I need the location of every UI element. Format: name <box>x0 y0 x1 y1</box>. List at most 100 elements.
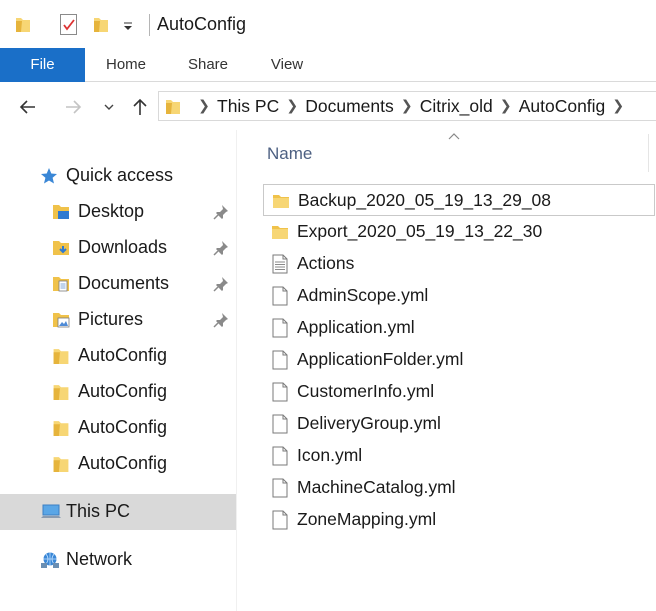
back-arrow-icon[interactable] <box>15 94 41 120</box>
file-name: ZoneMapping.yml <box>297 509 437 529</box>
documents-folder-icon <box>53 277 69 292</box>
breadcrumb-this-pc[interactable]: This PC <box>217 96 279 117</box>
pin-icon[interactable] <box>213 204 229 220</box>
nav-item-this-pc[interactable]: This PC <box>0 494 236 530</box>
breadcrumb-documents[interactable]: Documents <box>305 96 394 117</box>
tab-home[interactable]: Home <box>85 48 167 82</box>
star-icon <box>41 168 57 184</box>
nav-item-desktop[interactable]: Desktop <box>0 194 236 230</box>
file-list: Name Backup_2020_05_19_13_29_08 Export_2… <box>237 130 656 611</box>
nav-label: AutoConfig <box>78 417 168 437</box>
file-icon <box>271 446 289 466</box>
up-arrow-icon[interactable] <box>127 94 153 120</box>
nav-item-autoconfig[interactable]: AutoConfig <box>0 410 236 446</box>
file-row[interactable]: ApplicationFolder.yml <box>263 344 655 376</box>
file-name: Icon.yml <box>297 445 363 465</box>
file-name: AdminScope.yml <box>297 285 429 305</box>
network-icon <box>41 552 59 568</box>
folder-icon <box>52 419 70 437</box>
nav-label-quick-access: Quick access <box>66 165 174 185</box>
chevron-right-icon[interactable]: ❯ <box>605 97 631 114</box>
file-icon <box>271 350 289 370</box>
file-name: Backup_2020_05_19_13_29_08 <box>298 190 552 210</box>
window-title: AutoConfig <box>157 14 247 34</box>
column-header-name[interactable]: Name <box>267 144 312 164</box>
file-name: CustomerInfo.yml <box>297 381 435 401</box>
navigation-bar: ❯ This PC ❯ Documents ❯ Citrix_old ❯ AutoConfig… <box>0 82 656 130</box>
recent-locations-chevron-icon[interactable] <box>99 94 119 120</box>
navigation-pane: Quick access Desktop Downloads Documents <box>0 130 236 611</box>
nav-item-downloads[interactable]: Downloads <box>0 230 236 266</box>
pictures-folder-icon <box>53 313 70 328</box>
breadcrumb-autoconfig[interactable]: AutoConfig <box>519 96 606 117</box>
tab-share[interactable]: Share <box>167 48 249 82</box>
nav-label-network: Network <box>66 549 133 569</box>
file-row[interactable]: MachineCatalog.yml <box>263 472 655 504</box>
address-bar[interactable]: ❯ This PC ❯ Documents ❯ Citrix_old ❯ AutoConfig… <box>158 91 656 121</box>
file-icon <box>271 510 289 530</box>
pin-icon[interactable] <box>213 240 229 256</box>
chevron-right-icon[interactable]: ❯ <box>279 97 305 114</box>
column-divider[interactable] <box>648 134 649 172</box>
file-icon <box>271 414 289 434</box>
breadcrumb: ❯ This PC ❯ Documents ❯ Citrix_old ❯ AutoConfig… <box>191 96 631 117</box>
nav-label: Downloads <box>78 237 168 257</box>
text-file-icon <box>271 254 289 274</box>
desktop-folder-icon <box>53 205 69 219</box>
nav-label-this-pc: This PC <box>66 501 131 521</box>
file-row[interactable]: Application.yml <box>263 312 655 344</box>
file-row[interactable]: Actions <box>263 248 655 280</box>
pin-icon[interactable] <box>213 312 229 328</box>
file-row[interactable]: AdminScope.yml <box>263 280 655 312</box>
nav-label: Pictures <box>78 309 144 329</box>
folder-icon <box>15 16 31 33</box>
nav-item-autoconfig[interactable]: AutoConfig <box>0 338 236 374</box>
file-row[interactable]: CustomerInfo.yml <box>263 376 655 408</box>
chevron-right-icon[interactable]: ❯ <box>394 97 420 114</box>
nav-label: AutoConfig <box>78 453 168 473</box>
properties-button[interactable] <box>60 14 77 35</box>
ribbon-tabs: File Home Share View <box>0 48 656 82</box>
file-name: MachineCatalog.yml <box>297 477 456 497</box>
file-name: DeliveryGroup.yml <box>297 413 441 433</box>
nav-label: AutoConfig <box>78 381 168 401</box>
file-name: ApplicationFolder.yml <box>297 349 464 369</box>
file-row[interactable]: ZoneMapping.yml <box>263 504 655 536</box>
nav-label: Documents <box>78 273 170 293</box>
tab-file[interactable]: File <box>0 48 85 82</box>
nav-item-autoconfig[interactable]: AutoConfig <box>0 374 236 410</box>
title-separator <box>149 14 150 36</box>
chevron-right-icon[interactable]: ❯ <box>191 97 217 114</box>
file-row[interactable]: DeliveryGroup.yml <box>263 408 655 440</box>
breadcrumb-citrix-old[interactable]: Citrix_old <box>420 96 493 117</box>
folder-icon <box>272 191 290 211</box>
chevron-right-icon[interactable]: ❯ <box>493 97 519 114</box>
title-bar: AutoConfig <box>0 0 656 48</box>
file-name: Application.yml <box>297 317 415 337</box>
file-icon <box>271 286 289 306</box>
nav-item-pictures[interactable]: Pictures <box>0 302 236 338</box>
pin-icon[interactable] <box>213 276 229 292</box>
nav-item-autoconfig[interactable]: AutoConfig <box>0 446 236 482</box>
folder-icon <box>52 347 70 365</box>
file-row[interactable]: Icon.yml <box>263 440 655 472</box>
customize-toolbar-icon[interactable] <box>122 20 134 32</box>
file-icon <box>271 318 289 338</box>
nav-label: AutoConfig <box>78 345 168 365</box>
file-row[interactable]: Export_2020_05_19_13_22_30 <box>263 216 655 248</box>
folder-icon <box>271 222 289 242</box>
tab-view[interactable]: View <box>249 48 325 82</box>
nav-item-network[interactable]: Network <box>0 542 236 578</box>
new-folder-button[interactable] <box>93 16 109 33</box>
sort-ascending-icon <box>448 133 460 140</box>
file-row[interactable]: Backup_2020_05_19_13_29_08 <box>263 184 655 216</box>
folder-icon <box>52 455 70 473</box>
nav-item-documents[interactable]: Documents <box>0 266 236 302</box>
downloads-folder-icon <box>53 241 69 255</box>
file-name: Export_2020_05_19_13_22_30 <box>297 221 543 241</box>
checkmark-icon <box>63 19 75 31</box>
computer-icon <box>41 504 61 518</box>
forward-arrow-icon[interactable] <box>60 94 86 120</box>
nav-quick-access[interactable]: Quick access <box>0 158 236 194</box>
nav-label: Desktop <box>78 201 145 221</box>
